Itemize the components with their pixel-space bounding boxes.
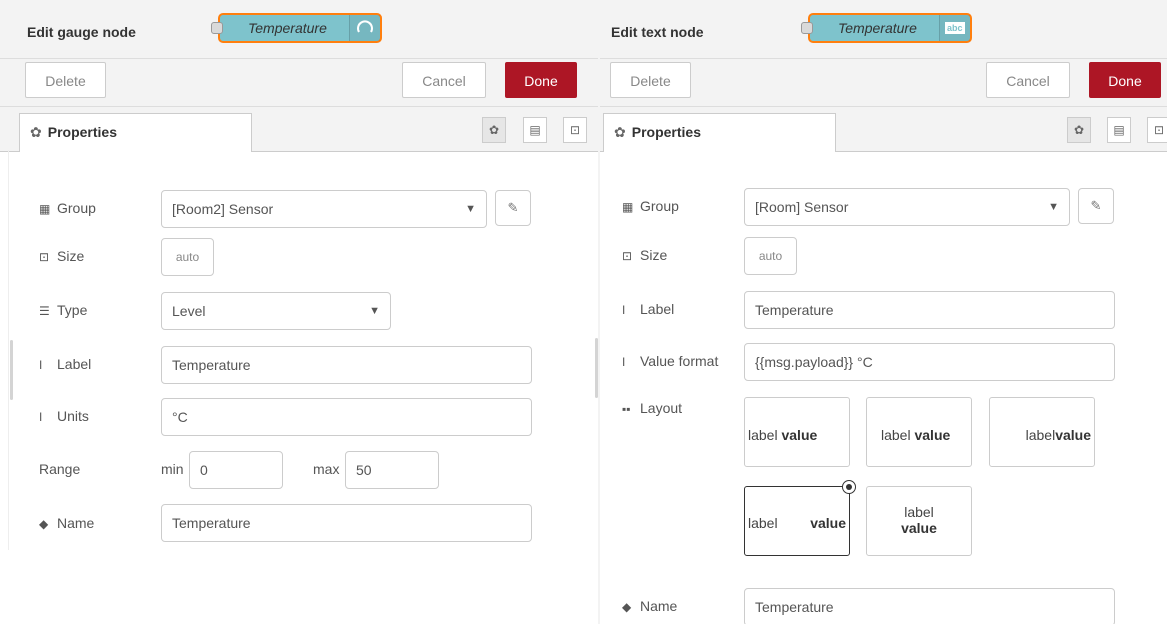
gauge-icon [349, 15, 380, 41]
edit-group-button[interactable]: ✎ [1078, 188, 1114, 224]
tab-bar: ✿ Properties ✿ ▤ ⊡ [600, 107, 1167, 152]
group-label: ▦ Group [622, 198, 679, 214]
node-badge-label: Temperature [838, 20, 917, 36]
cancel-button[interactable]: Cancel [986, 62, 1070, 98]
appearance-tool-icon[interactable]: ⊡ [563, 117, 587, 143]
node-input-port [211, 22, 223, 34]
size-button[interactable]: auto [744, 237, 797, 275]
text-cursor-icon: Ι [39, 410, 43, 424]
size-label: ⊡ Size [622, 247, 668, 263]
panel-header: Edit text node Temperature abc [600, 0, 1167, 59]
appearance-tool-icon[interactable]: ⊡ [1147, 117, 1167, 143]
chevron-down-icon: ▼ [465, 203, 476, 215]
done-button[interactable]: Done [1089, 62, 1161, 98]
tab-properties[interactable]: ✿ Properties [19, 113, 252, 152]
name-label: ◆ Name [39, 515, 95, 531]
node-badge-label: Temperature [248, 20, 327, 36]
units-label: Ι Units [39, 408, 89, 424]
delete-button[interactable]: Delete [610, 62, 691, 98]
tag-icon: ◆ [622, 600, 632, 614]
table-icon: ▦ [622, 200, 634, 214]
node-input-port [801, 22, 813, 34]
panel-title: Edit text node [611, 24, 704, 40]
value-format-label: Ι Value format [622, 353, 719, 369]
gear-icon: ✿ [30, 124, 42, 140]
range-min-input[interactable]: 0 [189, 451, 283, 489]
range-min-label: min [161, 461, 184, 477]
text-cursor-icon: Ι [622, 355, 626, 369]
name-input[interactable]: Temperature [744, 588, 1115, 624]
panel-header: Edit gauge node Temperature [0, 0, 598, 59]
tag-icon: ◆ [39, 517, 49, 531]
text-cursor-icon: Ι [622, 303, 626, 317]
panel-toolbar: Delete Cancel Done [0, 59, 598, 107]
size-label: ⊡ Size [39, 248, 85, 264]
done-button[interactable]: Done [505, 62, 577, 98]
text-abc-icon: abc [939, 15, 970, 41]
label-label: Ι Label [622, 301, 675, 317]
name-input[interactable]: Temperature [161, 504, 532, 542]
settings-tool-icon[interactable]: ✿ [1067, 117, 1091, 143]
layout-option-row-center[interactable]: label value [866, 397, 972, 467]
list-icon: ☰ [39, 304, 50, 318]
tab-bar: ✿ Properties ✿ ▤ ⊡ [0, 107, 598, 152]
delete-button[interactable]: Delete [25, 62, 106, 98]
panel-title: Edit gauge node [27, 24, 136, 40]
node-badge: Temperature [211, 13, 382, 43]
cancel-button[interactable]: Cancel [402, 62, 486, 98]
pencil-icon: ✎ [1090, 198, 1102, 213]
chevron-down-icon: ▼ [369, 305, 380, 317]
range-label: Range [39, 461, 81, 477]
edit-group-button[interactable]: ✎ [495, 190, 531, 226]
description-tool-icon[interactable]: ▤ [1107, 117, 1131, 143]
resize-icon: ⊡ [622, 249, 633, 263]
resize-icon: ⊡ [39, 250, 50, 264]
pencil-icon: ✎ [507, 200, 519, 215]
tab-properties-label: Properties [631, 124, 701, 140]
layout-option-row-left[interactable]: label value [744, 397, 850, 467]
selected-radio-icon [842, 480, 856, 494]
tab-properties[interactable]: ✿ Properties [603, 113, 836, 152]
group-select[interactable]: [Room] Sensor ▼ [744, 188, 1070, 226]
content-border [8, 150, 9, 550]
size-button[interactable]: auto [161, 238, 214, 276]
layout-label: ▪▪ Layout [622, 400, 683, 416]
units-input[interactable]: °C [161, 398, 532, 436]
description-tool-icon[interactable]: ▤ [523, 117, 547, 143]
label-label: Ι Label [39, 356, 92, 372]
value-format-input[interactable]: {{msg.payload}} °C [744, 343, 1115, 381]
range-max-input[interactable]: 50 [345, 451, 439, 489]
edit-gauge-node-panel: Edit gauge node Temperature Delete Cance… [0, 0, 598, 624]
layout-option-column[interactable]: label value [866, 486, 972, 556]
label-input[interactable]: Temperature [161, 346, 532, 384]
layout-option-row-spread[interactable]: label value [744, 480, 856, 556]
edit-text-node-panel: Edit text node Temperature abc Delete Ca… [600, 0, 1167, 624]
text-cursor-icon: Ι [39, 358, 43, 372]
panel-toolbar: Delete Cancel Done [600, 59, 1167, 107]
table-icon: ▦ [39, 202, 51, 216]
resize-handle[interactable] [10, 340, 13, 400]
label-input[interactable]: Temperature [744, 291, 1115, 329]
chevron-down-icon: ▼ [1048, 201, 1059, 213]
range-max-label: max [313, 461, 340, 477]
resize-handle[interactable] [595, 338, 598, 398]
tab-properties-label: Properties [47, 124, 117, 140]
layout-option-row-right[interactable]: labelvalue [989, 397, 1095, 467]
group-label: ▦ Group [39, 200, 96, 216]
type-label: ☰ Type [39, 302, 88, 318]
gear-icon: ✿ [614, 124, 626, 140]
grid-icon: ▪▪ [622, 402, 631, 416]
group-select[interactable]: [Room2] Sensor ▼ [161, 190, 487, 228]
settings-tool-icon[interactable]: ✿ [482, 117, 506, 143]
node-badge: Temperature abc [801, 13, 972, 43]
type-select[interactable]: Level ▼ [161, 292, 391, 330]
name-label: ◆ Name [622, 598, 678, 614]
